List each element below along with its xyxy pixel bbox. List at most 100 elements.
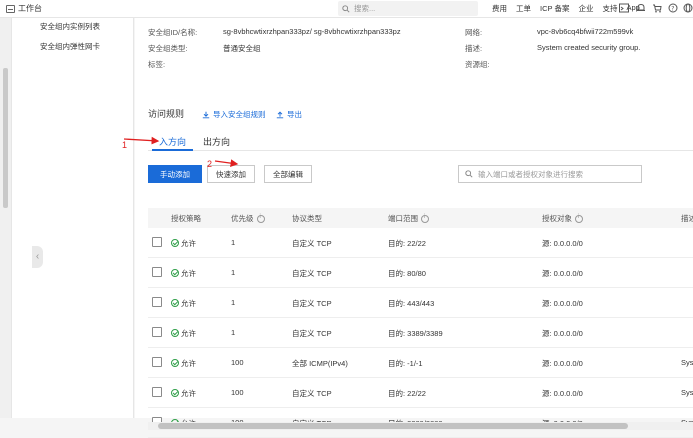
row-checkbox[interactable] bbox=[152, 237, 162, 247]
table-row: 允许 100 自定义 TCP 目的: 22/22 源: 0.0.0.0/0 Sys bbox=[148, 378, 693, 408]
access-rules-title: 访问规则 bbox=[148, 109, 185, 119]
manual-add-button[interactable]: 手动添加 bbox=[148, 165, 202, 183]
terminal-icon[interactable] bbox=[619, 3, 629, 13]
check-circle-icon bbox=[171, 329, 179, 337]
left-scroll-strip bbox=[0, 18, 12, 418]
info-icon[interactable] bbox=[256, 214, 265, 223]
table-scrollbar-thumb[interactable] bbox=[158, 423, 628, 429]
row-checkbox[interactable] bbox=[152, 357, 162, 367]
nav-item-ticket[interactable]: 工单 bbox=[516, 3, 531, 14]
global-search-input[interactable]: 搜索... bbox=[338, 1, 478, 16]
network-value[interactable]: vpc-8vb6cq4bfwii722m599vk bbox=[537, 27, 633, 36]
globe-icon[interactable] bbox=[683, 3, 693, 13]
workbench-icon bbox=[6, 4, 15, 13]
search-placeholder: 搜索... bbox=[354, 4, 376, 13]
policy-cell: 允许 bbox=[171, 238, 196, 249]
port-range-cell: 目的: 80/80 bbox=[388, 269, 426, 278]
protocol-cell: 自定义 TCP bbox=[292, 269, 332, 278]
col-priority: 优先级 bbox=[231, 213, 265, 224]
check-circle-icon bbox=[171, 299, 179, 307]
search-icon bbox=[465, 170, 473, 178]
active-tab-indicator bbox=[152, 149, 193, 151]
table-row: 允许 1 自定义 TCP 目的: 22/22 源: 0.0.0.0/0 bbox=[148, 228, 693, 258]
cart-icon[interactable] bbox=[652, 3, 662, 13]
table-row: 允许 1 自定义 TCP 目的: 443/443 源: 0.0.0.0/0 bbox=[148, 288, 693, 318]
source-cell: 源: 0.0.0.0/0 bbox=[542, 299, 583, 308]
rule-filter-placeholder: 输入端口或者授权对象进行搜索 bbox=[478, 169, 583, 179]
direction-tabs: 入方向 出方向 bbox=[148, 134, 693, 151]
description-cell: Sys bbox=[681, 388, 693, 397]
sidebar-item-eni[interactable]: 安全组内弹性网卡 bbox=[40, 41, 100, 52]
export-link[interactable]: 导出 bbox=[276, 109, 302, 120]
annotation-number-2: 2 bbox=[207, 159, 213, 169]
export-icon bbox=[276, 111, 284, 118]
protocol-cell: 自定义 TCP bbox=[292, 389, 332, 398]
port-range-cell: 目的: 443/443 bbox=[388, 299, 435, 308]
sidebar: 安全组内实例列表 安全组内弹性网卡 ‹ bbox=[12, 18, 134, 418]
sidebar-item-instances[interactable]: 安全组内实例列表 bbox=[40, 21, 100, 32]
sg-id-value: sg-8vbhcwtixrzhpan333pz/ sg-8vbhcwtixrzh… bbox=[223, 27, 401, 36]
protocol-cell: 自定义 TCP bbox=[292, 239, 332, 248]
port-range-cell: 目的: -1/-1 bbox=[388, 359, 423, 368]
nav-item-enterprise[interactable]: 企业 bbox=[578, 3, 593, 14]
left-scrollbar-thumb[interactable] bbox=[3, 68, 8, 208]
edit-all-button[interactable]: 全部编辑 bbox=[264, 165, 312, 183]
row-checkbox[interactable] bbox=[152, 327, 162, 337]
protocol-cell: 自定义 TCP bbox=[292, 329, 332, 338]
table-horizontal-scrollbar[interactable] bbox=[148, 422, 693, 430]
check-circle-icon bbox=[171, 389, 179, 397]
import-rules-link[interactable]: 导入安全组规则 bbox=[202, 109, 266, 120]
port-range-cell: 目的: 22/22 bbox=[388, 389, 426, 398]
check-circle-icon bbox=[171, 269, 179, 277]
source-cell: 源: 0.0.0.0/0 bbox=[542, 359, 583, 368]
table-row: 允许 100 全部 ICMP(IPv4) 目的: -1/-1 源: 0.0.0.0/0 S… bbox=[148, 348, 693, 378]
main-content: 安全组ID/名称: sg-8vbhcwtixrzhpan333pz/ sg-8v… bbox=[135, 18, 693, 438]
col-protocol: 协议类型 bbox=[292, 214, 322, 223]
import-rules-label: 导入安全组规则 bbox=[213, 110, 266, 119]
tag-label: 标签: bbox=[148, 60, 166, 69]
svg-text:?: ? bbox=[671, 5, 674, 12]
col-port-range: 端口范围 bbox=[388, 213, 429, 224]
priority-cell: 1 bbox=[231, 268, 236, 277]
description-label: 描述: bbox=[465, 44, 483, 53]
table-row: 允许 1 自定义 TCP 目的: 80/80 源: 0.0.0.0/0 bbox=[148, 258, 693, 288]
row-checkbox[interactable] bbox=[152, 387, 162, 397]
sg-type-value: 普通安全组 bbox=[223, 44, 261, 53]
tab-outbound[interactable]: 出方向 bbox=[203, 135, 230, 148]
nav-item-support[interactable]: 支持 bbox=[602, 3, 617, 14]
search-icon bbox=[342, 4, 350, 13]
quick-add-button[interactable]: 快速添加 bbox=[207, 165, 255, 183]
tab-inbound[interactable]: 入方向 bbox=[159, 135, 186, 148]
workbench-link[interactable]: 工作台 bbox=[6, 3, 42, 14]
protocol-cell: 全部 ICMP(IPv4) bbox=[292, 359, 348, 368]
priority-cell: 1 bbox=[231, 298, 236, 307]
info-icon[interactable] bbox=[575, 214, 583, 223]
row-checkbox[interactable] bbox=[152, 267, 162, 277]
sidebar-collapse-button[interactable]: ‹ bbox=[32, 246, 43, 268]
nav-item-billing[interactable]: 费用 bbox=[492, 3, 507, 14]
help-icon[interactable]: ? bbox=[668, 3, 678, 13]
col-source: 授权对象 bbox=[542, 213, 583, 224]
network-label: 网络: bbox=[465, 28, 483, 37]
nav-item-icp[interactable]: ICP 备案 bbox=[540, 3, 569, 14]
sg-id-label: 安全组ID/名称: bbox=[148, 28, 198, 37]
chevron-left-icon: ‹ bbox=[35, 251, 40, 262]
policy-cell: 允许 bbox=[171, 358, 196, 369]
table-row: 允许 1 自定义 TCP 目的: 3389/3389 源: 0.0.0.0/0 bbox=[148, 318, 693, 348]
notification-bell-icon[interactable] bbox=[636, 3, 646, 13]
source-cell: 源: 0.0.0.0/0 bbox=[542, 269, 583, 278]
port-range-cell: 目的: 3389/3389 bbox=[388, 329, 443, 338]
sg-type-label: 安全组类型: bbox=[148, 44, 188, 53]
priority-cell: 100 bbox=[231, 388, 244, 397]
col-description: 描述 bbox=[681, 214, 693, 223]
policy-cell: 允许 bbox=[171, 268, 196, 279]
priority-cell: 1 bbox=[231, 238, 236, 247]
priority-cell: 100 bbox=[231, 358, 244, 367]
rule-filter-input[interactable]: 输入端口或者授权对象进行搜索 bbox=[458, 165, 642, 183]
top-bar: 工作台 搜索... 费用 工单 ICP 备案 企业 支持 App ? bbox=[0, 0, 693, 18]
port-range-cell: 目的: 22/22 bbox=[388, 239, 426, 248]
row-checkbox[interactable] bbox=[152, 297, 162, 307]
source-cell: 源: 0.0.0.0/0 bbox=[542, 389, 583, 398]
info-icon[interactable] bbox=[421, 214, 429, 223]
export-label: 导出 bbox=[287, 110, 302, 119]
